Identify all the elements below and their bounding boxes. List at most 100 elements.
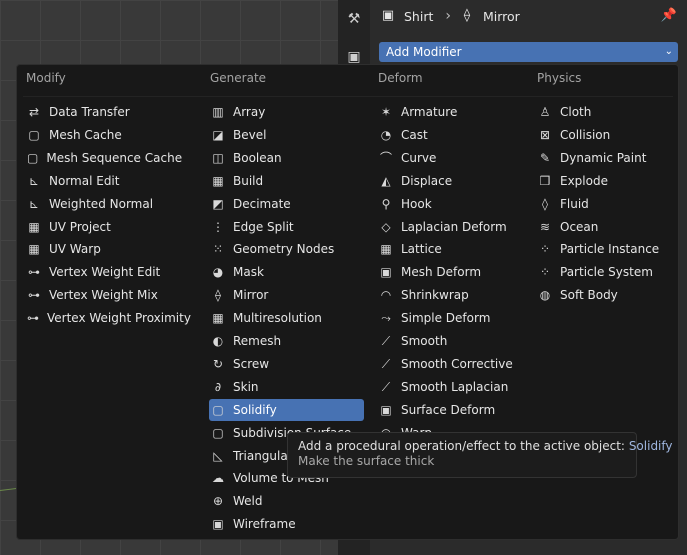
menu-item-data-transfer[interactable]: ⇄ Data Transfer bbox=[25, 101, 175, 123]
menu-item-soft-body[interactable]: ◍ Soft Body bbox=[536, 284, 686, 306]
menu-item-laplacian-deform[interactable]: ◇ Laplacian Deform bbox=[377, 216, 527, 238]
menu-item-explode[interactable]: ❒ Explode bbox=[536, 170, 686, 192]
menu-item-hook[interactable]: ⚲ Hook bbox=[377, 193, 527, 215]
smooth-icon: ⟋ bbox=[381, 334, 391, 348]
collision-icon: ⊠ bbox=[539, 127, 551, 142]
menu-item-label: Particle Instance bbox=[560, 242, 660, 257]
menu-item-mask[interactable]: ◕ Mask bbox=[209, 261, 364, 283]
add-modifier-button[interactable]: Add Modifier ⌄ bbox=[379, 42, 678, 62]
menu-item-label: Solidify bbox=[233, 402, 277, 417]
menu-item-geometry-nodes[interactable]: ⁙ Geometry Nodes bbox=[209, 238, 364, 260]
menu-item-curve[interactable]: ⌒ Curve bbox=[377, 147, 527, 169]
menu-item-collision[interactable]: ⊠ Collision bbox=[536, 124, 686, 146]
menu-item-shrinkwrap[interactable]: ◠ Shrinkwrap bbox=[377, 284, 527, 306]
menu-item-bevel[interactable]: ◪ Bevel bbox=[209, 124, 364, 146]
menu-item-label: UV Warp bbox=[49, 242, 101, 257]
menu-item-label: Wireframe bbox=[233, 517, 296, 532]
menu-item-armature[interactable]: ✶ Armature bbox=[377, 101, 527, 123]
menu-item-lattice[interactable]: ▦ Lattice bbox=[377, 238, 527, 260]
multiresolution-icon: ▦ bbox=[212, 311, 224, 326]
menu-item-label: Weld bbox=[233, 494, 263, 509]
surface-deform-icon: ▣ bbox=[380, 402, 392, 417]
smooth-icon: ⟋ bbox=[381, 356, 391, 371]
menu-item-uv-warp[interactable]: ▦ UV Warp bbox=[25, 238, 175, 260]
menu-item-mesh-deform[interactable]: ▣ Mesh Deform bbox=[377, 261, 527, 283]
menu-item-uv-project[interactable]: ▦ UV Project bbox=[25, 216, 175, 238]
menu-item-label: Smooth bbox=[401, 334, 448, 348]
menu-item-mirror[interactable]: ⟠ Mirror bbox=[209, 284, 364, 306]
tooltip-highlight: Solidify bbox=[628, 439, 673, 453]
menu-item-label: Geometry Nodes bbox=[233, 242, 335, 257]
menu-item-label: Mirror bbox=[233, 288, 269, 303]
pin-icon[interactable]: 📌 bbox=[661, 8, 677, 23]
menu-item-dynamic-paint[interactable]: ✎ Dynamic Paint bbox=[536, 147, 686, 169]
menu-item-label: Bevel bbox=[233, 127, 267, 142]
menu-item-wireframe[interactable]: ▣ Wireframe bbox=[209, 513, 364, 535]
menu-item-weld[interactable]: ⊕ Weld bbox=[209, 490, 364, 512]
uv-project-icon: ▦ bbox=[28, 219, 40, 234]
tool-icon[interactable]: ⚒ bbox=[345, 10, 363, 28]
menu-item-screw[interactable]: ↻ Screw bbox=[209, 353, 364, 375]
menu-item-label: Shrinkwrap bbox=[401, 288, 469, 303]
menu-item-remesh[interactable]: ◐ Remesh bbox=[209, 330, 364, 352]
curve-icon: ⌒ bbox=[379, 150, 392, 165]
menu-item-cloth[interactable]: ♙ Cloth bbox=[536, 101, 686, 123]
menu-item-skin[interactable]: ∂ Skin bbox=[209, 376, 364, 398]
column-header-deform: Deform bbox=[378, 71, 423, 85]
menu-item-smooth-corrective[interactable]: ⟋ Smooth Corrective bbox=[377, 353, 527, 375]
menu-item-label: Multiresolution bbox=[233, 311, 322, 326]
menu-item-label: Fluid bbox=[560, 196, 589, 211]
menu-item-fluid[interactable]: ◊ Fluid bbox=[536, 193, 686, 215]
menu-item-particle-instance[interactable]: ⁘ Particle Instance bbox=[536, 238, 686, 260]
column-header-physics: Physics bbox=[537, 71, 582, 85]
simple-deform-icon: ⤳ bbox=[381, 311, 391, 326]
menu-item-mesh-sequence-cache[interactable]: ▢ Mesh Sequence Cache bbox=[25, 147, 182, 169]
menu-item-build[interactable]: ▦ Build bbox=[209, 170, 364, 192]
tooltip-line-2: Make the surface thick bbox=[298, 454, 435, 468]
menu-item-simple-deform[interactable]: ⤳ Simple Deform bbox=[377, 307, 527, 329]
menu-item-array[interactable]: ▥ Array bbox=[209, 101, 364, 123]
menu-item-ocean[interactable]: ≋ Ocean bbox=[536, 216, 686, 238]
boolean-icon: ◫ bbox=[212, 150, 224, 165]
menu-item-mesh-cache[interactable]: ▢ Mesh Cache bbox=[25, 124, 175, 146]
menu-item-solidify[interactable]: ▢ Solidify bbox=[209, 398, 364, 421]
menu-item-label: Laplacian Deform bbox=[401, 219, 507, 234]
geometry-nodes-icon: ⁙ bbox=[212, 242, 224, 257]
menu-item-displace[interactable]: ◭ Displace bbox=[377, 170, 527, 192]
menu-item-label: Smooth Corrective bbox=[401, 356, 513, 371]
menu-item-surface-deform[interactable]: ▣ Surface Deform bbox=[377, 399, 527, 421]
menu-item-weighted-normal[interactable]: ⊾ Weighted Normal bbox=[25, 193, 175, 215]
menu-item-label: UV Project bbox=[49, 219, 111, 234]
menu-item-label: Vertex Weight Edit bbox=[49, 265, 161, 280]
menu-item-label: Array bbox=[233, 105, 266, 119]
menu-item-label: Mesh Cache bbox=[49, 127, 122, 142]
mesh-object-icon: ▣ bbox=[381, 8, 395, 23]
menu-item-label: Weighted Normal bbox=[49, 196, 154, 211]
screw-icon: ↻ bbox=[212, 356, 224, 371]
menu-item-smooth[interactable]: ⟋ Smooth bbox=[377, 330, 527, 352]
tooltip-description: Add a procedural operation/effect to the… bbox=[298, 439, 625, 453]
menu-item-normal-edit[interactable]: ⊾ Normal Edit bbox=[25, 170, 175, 192]
menu-item-vertex-weight-mix[interactable]: ⊶ Vertex Weight Mix bbox=[25, 284, 175, 306]
mirror-icon: ⟠ bbox=[463, 8, 471, 23]
menu-item-smooth-laplacian[interactable]: ⟋ Smooth Laplacian bbox=[377, 376, 527, 398]
uv-warp-icon: ▦ bbox=[28, 242, 40, 257]
ocean-icon: ≋ bbox=[539, 219, 551, 234]
menu-item-boolean[interactable]: ◫ Boolean bbox=[209, 147, 364, 169]
decimate-icon: ◩ bbox=[212, 196, 224, 211]
menu-item-vertex-weight-edit[interactable]: ⊶ Vertex Weight Edit bbox=[25, 261, 175, 283]
menu-item-multiresolution[interactable]: ▦ Multiresolution bbox=[209, 307, 364, 329]
menu-item-decimate[interactable]: ◩ Decimate bbox=[209, 193, 364, 215]
menu-item-vertex-weight-proximity[interactable]: ⊶ Vertex Weight Proximity bbox=[25, 307, 191, 329]
menu-item-cast[interactable]: ◔ Cast bbox=[377, 124, 527, 146]
explode-icon: ❒ bbox=[539, 173, 551, 188]
menu-item-edge-split[interactable]: ⋮ Edge Split bbox=[209, 216, 364, 238]
menu-item-particle-system[interactable]: ⁘ Particle System bbox=[536, 261, 686, 283]
chevron-down-icon: ⌄ bbox=[664, 46, 673, 57]
cast-icon: ◔ bbox=[380, 127, 392, 142]
menu-item-label: Lattice bbox=[401, 242, 442, 257]
armature-icon: ✶ bbox=[380, 105, 392, 119]
menu-item-label: Collision bbox=[560, 127, 611, 142]
particle-instance-icon: ⁘ bbox=[539, 242, 551, 257]
particle-system-icon: ⁘ bbox=[539, 265, 551, 280]
